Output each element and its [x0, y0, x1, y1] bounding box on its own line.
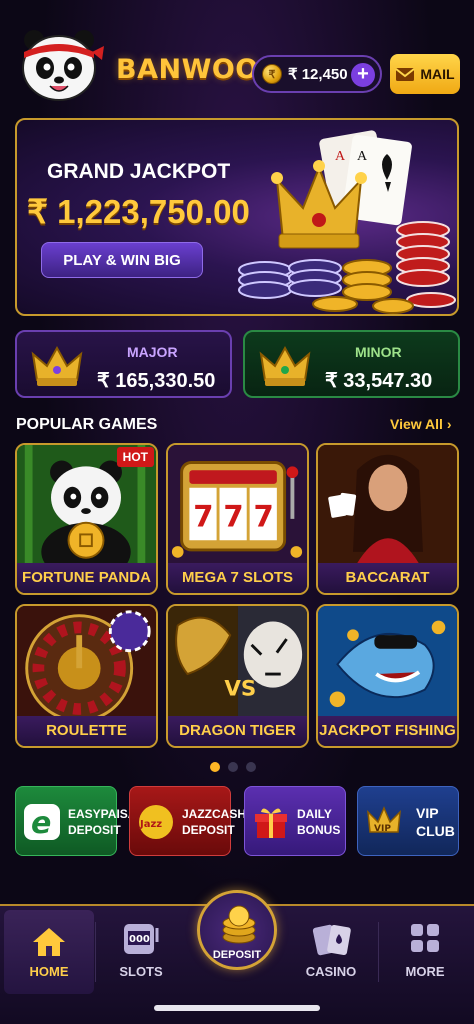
- svg-text:7: 7: [193, 500, 213, 534]
- nav-deposit-button[interactable]: DEPOSIT: [197, 890, 277, 970]
- coin-stack-icon: [222, 905, 256, 944]
- panda-logo: [16, 26, 106, 102]
- game-name: BACCARAT: [318, 563, 457, 593]
- mail-button[interactable]: MAIL: [390, 54, 460, 94]
- roulette-wheel-art: [17, 606, 156, 717]
- nav-divider: [378, 922, 379, 982]
- minor-label: MINOR: [355, 344, 402, 360]
- nav-more-label: MORE: [405, 964, 445, 979]
- daily-bonus-line2: BONUS: [297, 823, 341, 837]
- svg-text:A: A: [357, 149, 368, 164]
- carousel-dot[interactable]: [246, 762, 256, 772]
- home-indicator: [154, 1005, 320, 1011]
- easypaisa-line2: DEPOSIT: [68, 823, 121, 837]
- vip-club-label: VIP CLUB: [416, 804, 455, 840]
- daily-bonus-line1: DAILY: [297, 807, 332, 821]
- minor-jackpot-card[interactable]: MINOR ₹ 33,547.30: [243, 330, 460, 398]
- nav-casino[interactable]: CASINO: [284, 906, 378, 998]
- game-name: ROULETTE: [17, 716, 156, 746]
- easypaisa-line1: EASYPAISA: [68, 807, 137, 821]
- hot-badge: HOT: [116, 447, 154, 467]
- svg-text:7: 7: [223, 500, 243, 534]
- jazzcash-line2: DEPOSIT: [182, 823, 235, 837]
- nav-slots-label: SLOTS: [119, 964, 163, 979]
- daily-bonus-button[interactable]: DAILY BONUS: [244, 786, 346, 856]
- house-icon: [33, 928, 65, 956]
- jazzcash-line1: JAZZCASH: [182, 807, 247, 821]
- game-card-roulette[interactable]: ROULETTE: [15, 604, 158, 748]
- nav-deposit-label: DEPOSIT: [212, 949, 262, 961]
- dragon-tiger-art: VS: [168, 606, 307, 717]
- crown-cards-chips-illustration: A A: [238, 130, 456, 314]
- grand-jackpot-banner[interactable]: GRAND JACKPOT ₹ 1,223,750.00 PLAY & WIN …: [15, 118, 459, 316]
- view-all-link[interactable]: View All ›: [390, 416, 451, 432]
- major-label: MAJOR: [127, 344, 178, 360]
- svg-text:e: e: [31, 806, 51, 840]
- nav-more[interactable]: MORE: [380, 906, 470, 998]
- coin-icon: ₹: [262, 64, 282, 84]
- popular-games-title: POPULAR GAMES: [16, 416, 158, 433]
- grid-icon: [411, 924, 439, 952]
- mail-label: MAIL: [420, 66, 455, 82]
- slot-machine-icon: 000: [124, 924, 159, 954]
- game-name: JACKPOT FISHING: [318, 716, 457, 746]
- gift-box-icon: [255, 808, 287, 838]
- baccarat-dealer-art: [318, 445, 457, 564]
- brand-name: BANWOO: [116, 54, 259, 85]
- vip-line1: VIP: [416, 805, 439, 821]
- add-funds-button[interactable]: +: [351, 63, 375, 87]
- header: BANWOO ₹ ₹ 12,450 + MAIL: [0, 0, 474, 108]
- nav-slots[interactable]: 000 SLOTS: [96, 906, 186, 998]
- slot-machine-art: 7 7 7: [168, 445, 307, 564]
- game-card-dragon-tiger[interactable]: VS DRAGON TIGER: [166, 604, 309, 748]
- nav-home-label: HOME: [29, 964, 69, 979]
- game-name: FORTUNE PANDA: [17, 563, 156, 593]
- jackpot-title: GRAND JACKPOT: [47, 160, 231, 183]
- svg-text:VS: VS: [224, 676, 256, 701]
- envelope-icon: [395, 67, 416, 81]
- crown-icon: [259, 345, 311, 386]
- jazzcash-logo-icon: Jazz: [139, 805, 173, 839]
- balance-amount: ₹ 12,450: [288, 66, 348, 83]
- daily-bonus-label: DAILY BONUS: [297, 806, 340, 838]
- jazzcash-deposit-button[interactable]: Jazz JAZZCASH DEPOSIT: [129, 786, 246, 856]
- view-all-label: View All: [390, 416, 443, 432]
- chevron-right-icon: ›: [446, 416, 452, 432]
- playing-cards-icon: [312, 924, 351, 956]
- major-jackpot-card[interactable]: MAJOR ₹ 165,330.50: [15, 330, 232, 398]
- easypaisa-logo-icon: e: [24, 804, 60, 840]
- svg-text:VIP: VIP: [374, 824, 391, 834]
- game-name: DRAGON TIGER: [168, 716, 307, 746]
- vip-line2: CLUB: [416, 823, 455, 839]
- vip-club-button[interactable]: VIP VIP CLUB: [357, 786, 459, 856]
- easypaisa-deposit-button[interactable]: e EASYPAISA DEPOSIT: [15, 786, 136, 856]
- easypaisa-label: EASYPAISA DEPOSIT: [68, 806, 136, 838]
- svg-text:7: 7: [254, 500, 274, 534]
- carousel-dot[interactable]: [228, 762, 238, 772]
- app-screen: BANWOO ₹ ₹ 12,450 + MAIL GRAND JACKPOT ₹…: [0, 0, 474, 1024]
- nav-home[interactable]: HOME: [4, 910, 94, 994]
- shark-coins-art: [318, 606, 457, 717]
- carousel-dots: [210, 762, 256, 772]
- svg-text:Jazz: Jazz: [139, 819, 162, 830]
- game-card-mega-7-slots[interactable]: 7 7 7 MEGA 7 SLOTS: [166, 443, 309, 595]
- game-card-jackpot-fishing[interactable]: JACKPOT FISHING: [316, 604, 459, 748]
- nav-casino-label: CASINO: [305, 964, 357, 979]
- play-win-big-button[interactable]: PLAY & WIN BIG: [41, 242, 203, 278]
- svg-text:000: 000: [129, 934, 150, 945]
- svg-text:A: A: [335, 149, 346, 164]
- minor-value: ₹ 33,547.30: [325, 370, 433, 392]
- vip-crown-icon: VIP: [367, 806, 401, 834]
- game-name: MEGA 7 SLOTS: [168, 563, 307, 593]
- crown-icon: [31, 345, 83, 386]
- jazzcash-label: JAZZCASH DEPOSIT: [182, 806, 246, 838]
- plus-icon: +: [357, 63, 369, 85]
- carousel-dot[interactable]: [210, 762, 220, 772]
- game-card-baccarat[interactable]: BACCARAT: [316, 443, 459, 595]
- major-value: ₹ 165,330.50: [97, 370, 216, 392]
- balance-pill[interactable]: ₹ ₹ 12,450 +: [252, 55, 382, 93]
- game-card-fortune-panda[interactable]: HOT FORTUNE PANDA: [15, 443, 158, 595]
